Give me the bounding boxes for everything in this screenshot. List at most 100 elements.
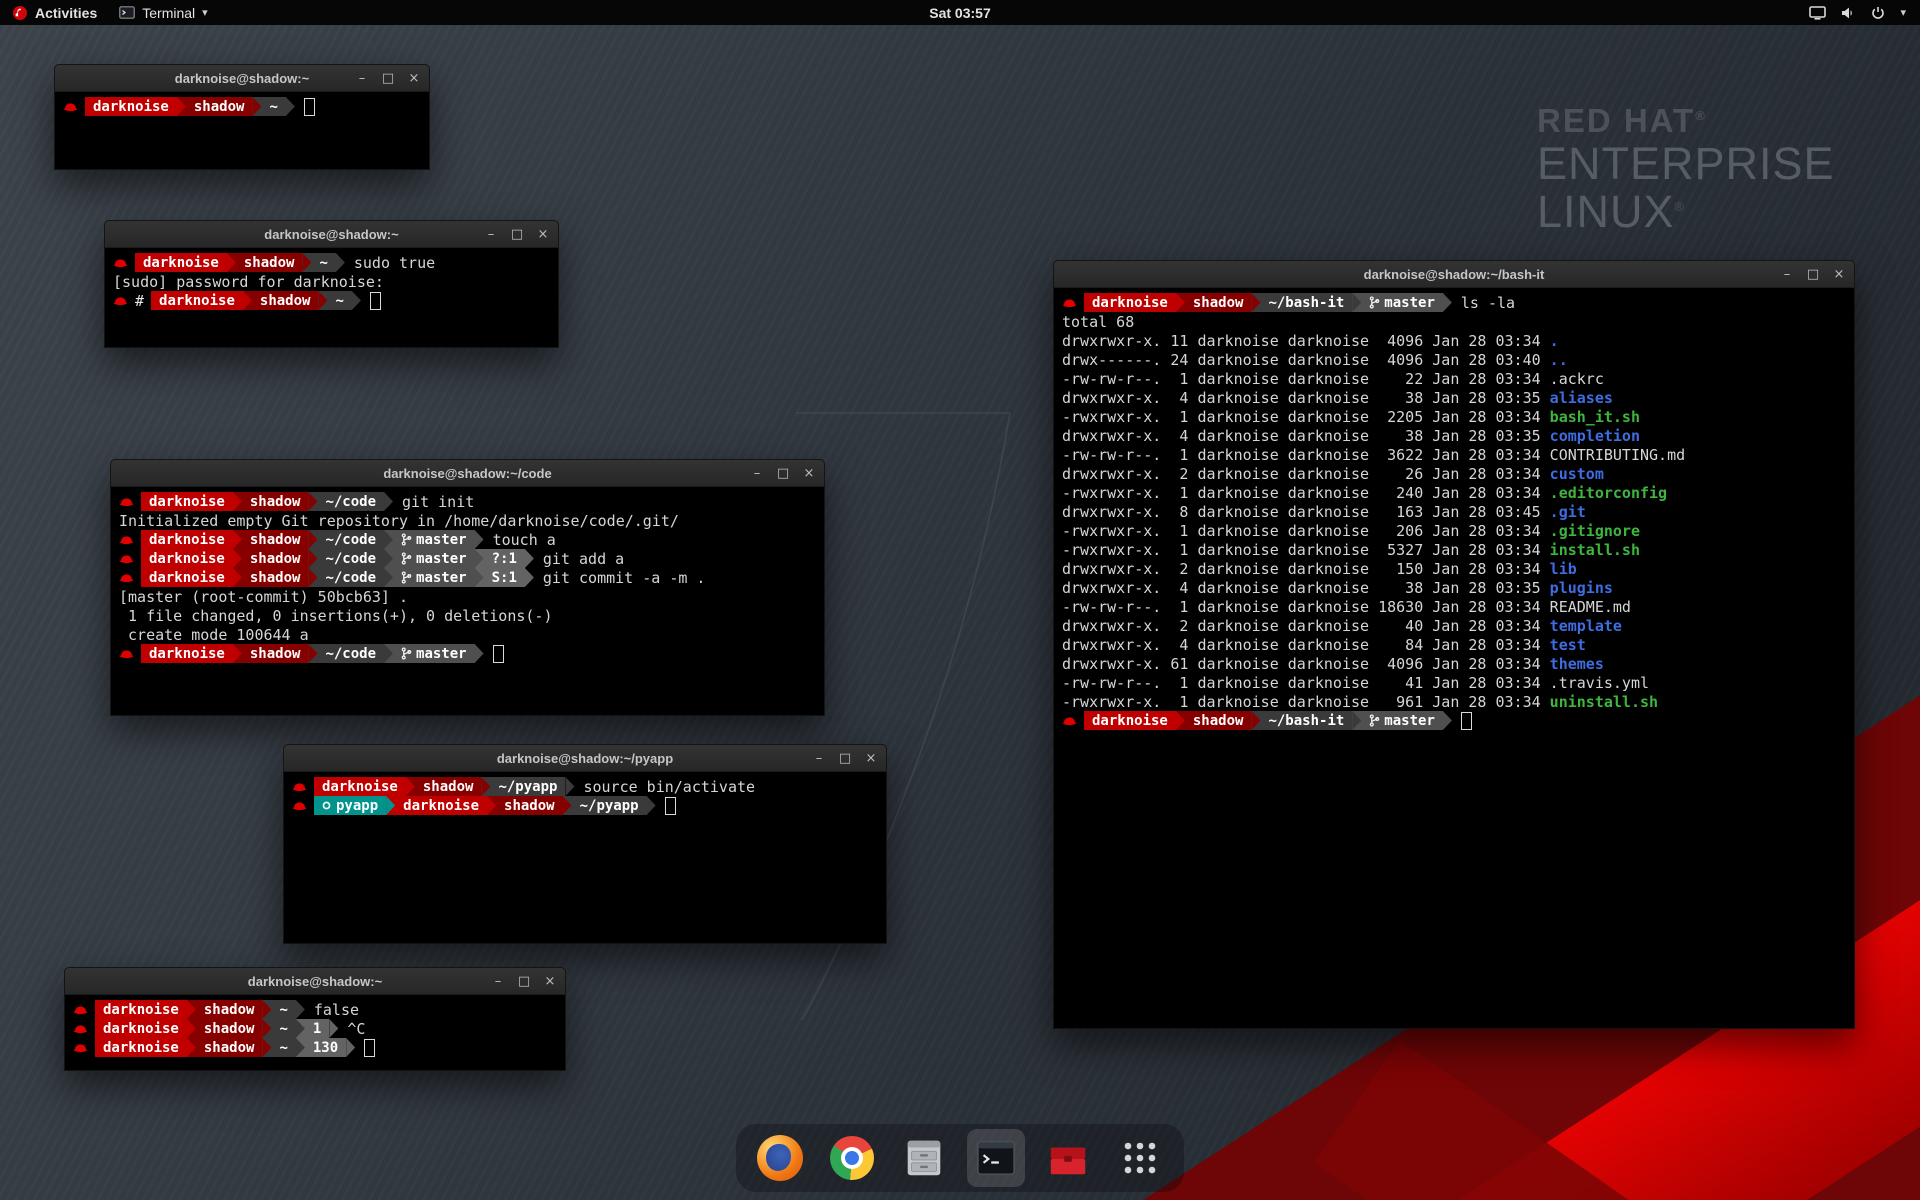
powerline-arrow-icon xyxy=(384,644,393,663)
terminal-line: darknoiseshadow~130 xyxy=(73,1038,557,1057)
minimize-button[interactable]: – xyxy=(1780,268,1794,281)
terminal-content[interactable]: darknoiseshadow~falsedarknoiseshadow~1^C… xyxy=(65,995,565,1071)
terminal-cursor xyxy=(493,645,504,663)
powerline-arrow-icon xyxy=(475,644,484,663)
terminal-line: darknoiseshadow~/pyappsource bin/activat… xyxy=(292,777,878,796)
prompt-segment-host: shadow xyxy=(496,796,563,815)
activities-button[interactable]: Activities xyxy=(0,0,109,25)
powerline-arrow-icon xyxy=(329,1019,338,1038)
terminal-bash-it: darknoise@shadow:~/bash-it –□ × darknoisesh… xyxy=(1053,260,1855,1029)
output-text: -rw-rw-r--. 1 darknoise darknoise 22 Jan… xyxy=(1062,370,1550,388)
powerline-arrow-icon xyxy=(475,568,484,587)
minimize-button[interactable]: – xyxy=(355,72,369,85)
terminal-icon[interactable] xyxy=(970,1132,1022,1184)
powerline-arrow-icon xyxy=(187,1000,196,1019)
terminal-content[interactable]: darknoiseshadow~/codegit initInitialized… xyxy=(111,487,824,716)
terminal-line: darknoiseshadow~/codemasterS:1git commit… xyxy=(119,568,816,587)
prompt-segment-git: master xyxy=(393,530,475,549)
chrome-icon[interactable] xyxy=(826,1132,878,1184)
output-text: CONTRIBUTING.md xyxy=(1550,446,1685,464)
executable-name: uninstall.sh xyxy=(1550,693,1658,711)
system-status-area[interactable]: ▾ xyxy=(1809,0,1920,25)
powerline-arrow-icon xyxy=(336,253,345,272)
directory-name: . xyxy=(1550,332,1559,350)
git-branch-icon xyxy=(401,533,416,546)
terminal-line: drwx------. 24 darknoise darknoise 4096 … xyxy=(1062,350,1846,369)
output-text: README.md xyxy=(1550,598,1631,616)
minimize-button[interactable]: – xyxy=(491,975,505,988)
command-text: touch a xyxy=(493,531,556,549)
terminal-line: 1 file changed, 0 insertions(+), 0 delet… xyxy=(119,606,816,625)
close-button[interactable]: × xyxy=(536,228,550,241)
directory-name: custom xyxy=(1550,465,1604,483)
directory-name: template xyxy=(1550,617,1622,635)
window-titlebar[interactable]: darknoise@shadow:~/code–□× xyxy=(111,460,824,487)
close-button[interactable]: × xyxy=(1832,268,1846,281)
command-text: git commit -a -m . xyxy=(543,569,706,587)
toolbox-icon[interactable] xyxy=(1042,1132,1094,1184)
powerline-arrow-icon xyxy=(296,1019,305,1038)
prompt-segment-path: ~/code xyxy=(317,549,384,568)
minimize-button[interactable]: – xyxy=(812,752,826,765)
powerline-arrow-icon xyxy=(565,777,574,796)
terminal-content[interactable]: darknoiseshadow~/pyappsource bin/activat… xyxy=(284,772,886,944)
output-text: .travis.yml xyxy=(1550,674,1649,692)
powerline-arrow-icon xyxy=(286,97,295,116)
maximize-button[interactable]: □ xyxy=(776,467,790,480)
terminal-line: darknoiseshadow~/bash-itmaster xyxy=(1062,711,1846,730)
git-branch-icon xyxy=(401,647,416,660)
prompt-segment-git: master xyxy=(393,549,475,568)
terminal-code: darknoise@shadow:~/code–□×darknoiseshado… xyxy=(110,459,825,716)
maximize-button[interactable]: □ xyxy=(510,228,524,241)
top-bar: Activities Terminal ▾ Sat 03:57 ▾ xyxy=(0,0,1920,25)
close-button[interactable]: × xyxy=(802,467,816,480)
prompt-segment-user: darknoise xyxy=(141,644,233,663)
terminal-line: darknoiseshadow~1^C xyxy=(73,1019,557,1038)
terminal-line: darknoiseshadow~/codemaster?:1git add a xyxy=(119,549,816,568)
prompt-segment-user: darknoise xyxy=(141,492,233,511)
app-menu-terminal[interactable]: Terminal ▾ xyxy=(109,0,217,25)
maximize-button[interactable]: □ xyxy=(381,72,395,85)
executable-name: bash_it.sh xyxy=(1550,408,1640,426)
terminal-content[interactable]: darknoiseshadow~sudo true[sudo] password… xyxy=(105,248,558,348)
minimize-button[interactable]: – xyxy=(484,228,498,241)
volume-icon xyxy=(1840,5,1856,21)
terminal-line: -rw-rw-r--. 1 darknoise darknoise 41 Jan… xyxy=(1062,673,1846,692)
command-text: ^C xyxy=(347,1020,365,1038)
prompt-segment-host: shadow xyxy=(415,777,482,796)
window-titlebar[interactable]: darknoise@shadow:~/bash-it –□ × xyxy=(1054,261,1854,288)
window-titlebar[interactable]: darknoise@shadow:~–□× xyxy=(65,968,565,995)
output-text: -rw-rw-r--. 1 darknoise darknoise 18630 … xyxy=(1062,598,1550,616)
firefox-icon[interactable] xyxy=(754,1132,806,1184)
redhat-prompt-icon xyxy=(119,571,135,585)
terminal-content[interactable]: darknoiseshadow~ xyxy=(55,92,429,170)
powerline-arrow-icon xyxy=(384,530,393,549)
files-icon[interactable] xyxy=(898,1132,950,1184)
terminal-line: drwxrwxr-x. 4 darknoise darknoise 84 Jan… xyxy=(1062,635,1846,654)
directory-name: themes xyxy=(1550,655,1604,673)
powerline-arrow-icon xyxy=(296,1038,305,1057)
minimize-button[interactable]: – xyxy=(750,467,764,480)
close-button[interactable]: × xyxy=(543,975,557,988)
prompt-segment-path: ~ xyxy=(311,253,335,272)
maximize-button[interactable]: □ xyxy=(838,752,852,765)
window-titlebar[interactable]: darknoise@shadow:~–□× xyxy=(105,221,558,248)
app-grid-icon[interactable] xyxy=(1114,1132,1166,1184)
clock[interactable]: Sat 03:57 xyxy=(929,5,990,21)
prompt-segment-user: darknoise xyxy=(95,1019,187,1038)
output-text: [sudo] password for darknoise: xyxy=(113,273,384,291)
prompt-segment-host: shadow xyxy=(242,549,309,568)
close-button[interactable]: × xyxy=(407,72,421,85)
window-title: darknoise@shadow:~/bash-it xyxy=(1364,267,1545,282)
terminal-content[interactable]: darknoiseshadow~/bash-itmasterls -latota… xyxy=(1054,288,1854,1029)
powerline-arrow-icon xyxy=(475,530,484,549)
prompt-segment-user: darknoise xyxy=(314,777,406,796)
maximize-button[interactable]: □ xyxy=(1806,268,1820,281)
window-titlebar[interactable]: darknoise@shadow:~/pyapp–□× xyxy=(284,745,886,772)
maximize-button[interactable]: □ xyxy=(517,975,531,988)
prompt-segment-host: shadow xyxy=(196,1038,263,1057)
window-titlebar[interactable]: darknoise@shadow:~–□× xyxy=(55,65,429,92)
prompt-segment-host: shadow xyxy=(196,1019,263,1038)
close-button[interactable]: × xyxy=(864,752,878,765)
powerline-arrow-icon xyxy=(227,253,236,272)
